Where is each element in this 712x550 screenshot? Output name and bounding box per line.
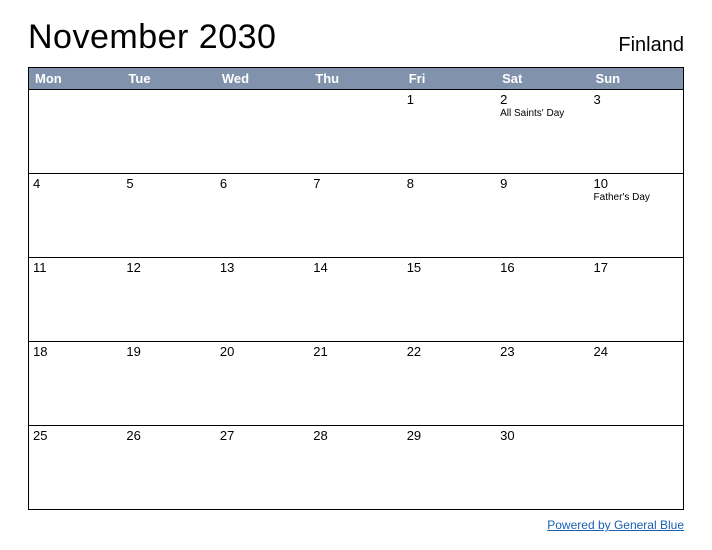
- day-number: 8: [407, 176, 491, 191]
- day-number: 6: [220, 176, 304, 191]
- day-cell: 16: [496, 258, 589, 341]
- footer: Powered by General Blue: [28, 516, 684, 534]
- day-cell: 10Father's Day: [590, 174, 683, 257]
- weekday-header-row: Mon Tue Wed Thu Fri Sat Sun: [29, 68, 683, 89]
- day-number: 21: [313, 344, 397, 359]
- day-number: 27: [220, 428, 304, 443]
- day-cell: 3: [590, 90, 683, 173]
- day-number: 15: [407, 260, 491, 275]
- day-cell: [216, 90, 309, 173]
- day-cell: 7: [309, 174, 402, 257]
- day-number: 24: [594, 344, 678, 359]
- day-number: 17: [594, 260, 678, 275]
- day-number: 20: [220, 344, 304, 359]
- day-cell: 14: [309, 258, 402, 341]
- day-number: 30: [500, 428, 584, 443]
- day-cell: 12: [122, 258, 215, 341]
- day-number: 22: [407, 344, 491, 359]
- calendar-header: November 2030 Finland: [28, 18, 684, 57]
- day-number: 12: [126, 260, 210, 275]
- day-cell: 26: [122, 426, 215, 509]
- day-cell: 24: [590, 342, 683, 425]
- day-cell: 29: [403, 426, 496, 509]
- event-text: Father's Day: [594, 192, 678, 204]
- day-cell: 23: [496, 342, 589, 425]
- day-cell: 19: [122, 342, 215, 425]
- day-cell: 13: [216, 258, 309, 341]
- day-cell: 20: [216, 342, 309, 425]
- day-number: 26: [126, 428, 210, 443]
- day-number: 13: [220, 260, 304, 275]
- day-cell: 15: [403, 258, 496, 341]
- day-cell: 30: [496, 426, 589, 509]
- weekday-header: Tue: [122, 68, 215, 89]
- day-cell: 22: [403, 342, 496, 425]
- day-cell: [122, 90, 215, 173]
- event-text: All Saints' Day: [500, 108, 584, 120]
- day-number: 9: [500, 176, 584, 191]
- day-number: 10: [594, 176, 678, 191]
- day-cell: 1: [403, 90, 496, 173]
- day-cell: 17: [590, 258, 683, 341]
- day-cell: 21: [309, 342, 402, 425]
- day-cell: [309, 90, 402, 173]
- day-number: 18: [33, 344, 117, 359]
- day-number: 25: [33, 428, 117, 443]
- day-cell: [29, 90, 122, 173]
- day-cell: [590, 426, 683, 509]
- day-cell: 6: [216, 174, 309, 257]
- day-cell: 11: [29, 258, 122, 341]
- day-number: 7: [313, 176, 397, 191]
- week-row: 4 5 6 7 8 9 10Father's Day: [29, 173, 683, 257]
- day-cell: 5: [122, 174, 215, 257]
- powered-by-link[interactable]: Powered by General Blue: [547, 518, 684, 532]
- weekday-header: Wed: [216, 68, 309, 89]
- weekday-header: Thu: [309, 68, 402, 89]
- day-number: 28: [313, 428, 397, 443]
- weekday-header: Mon: [29, 68, 122, 89]
- day-number: 4: [33, 176, 117, 191]
- day-number: 16: [500, 260, 584, 275]
- day-number: 1: [407, 92, 491, 107]
- day-number: 2: [500, 92, 584, 107]
- day-cell: 4: [29, 174, 122, 257]
- country-label: Finland: [618, 34, 684, 57]
- day-cell: 8: [403, 174, 496, 257]
- day-number: 11: [33, 260, 117, 275]
- calendar-grid: Mon Tue Wed Thu Fri Sat Sun 1 2All Saint…: [28, 67, 684, 510]
- month-year-title: November 2030: [28, 18, 276, 57]
- day-number: 5: [126, 176, 210, 191]
- day-cell: 28: [309, 426, 402, 509]
- day-number: 19: [126, 344, 210, 359]
- weekday-header: Sun: [590, 68, 683, 89]
- day-cell: 18: [29, 342, 122, 425]
- day-number: 23: [500, 344, 584, 359]
- weekday-header: Fri: [403, 68, 496, 89]
- day-cell: 9: [496, 174, 589, 257]
- week-row: 25 26 27 28 29 30: [29, 425, 683, 509]
- day-cell: 25: [29, 426, 122, 509]
- day-cell: 2All Saints' Day: [496, 90, 589, 173]
- week-row: 11 12 13 14 15 16 17: [29, 257, 683, 341]
- weekday-header: Sat: [496, 68, 589, 89]
- day-number: 3: [594, 92, 678, 107]
- day-cell: 27: [216, 426, 309, 509]
- week-row: 1 2All Saints' Day 3: [29, 89, 683, 173]
- day-number: 14: [313, 260, 397, 275]
- week-row: 18 19 20 21 22 23 24: [29, 341, 683, 425]
- day-number: 29: [407, 428, 491, 443]
